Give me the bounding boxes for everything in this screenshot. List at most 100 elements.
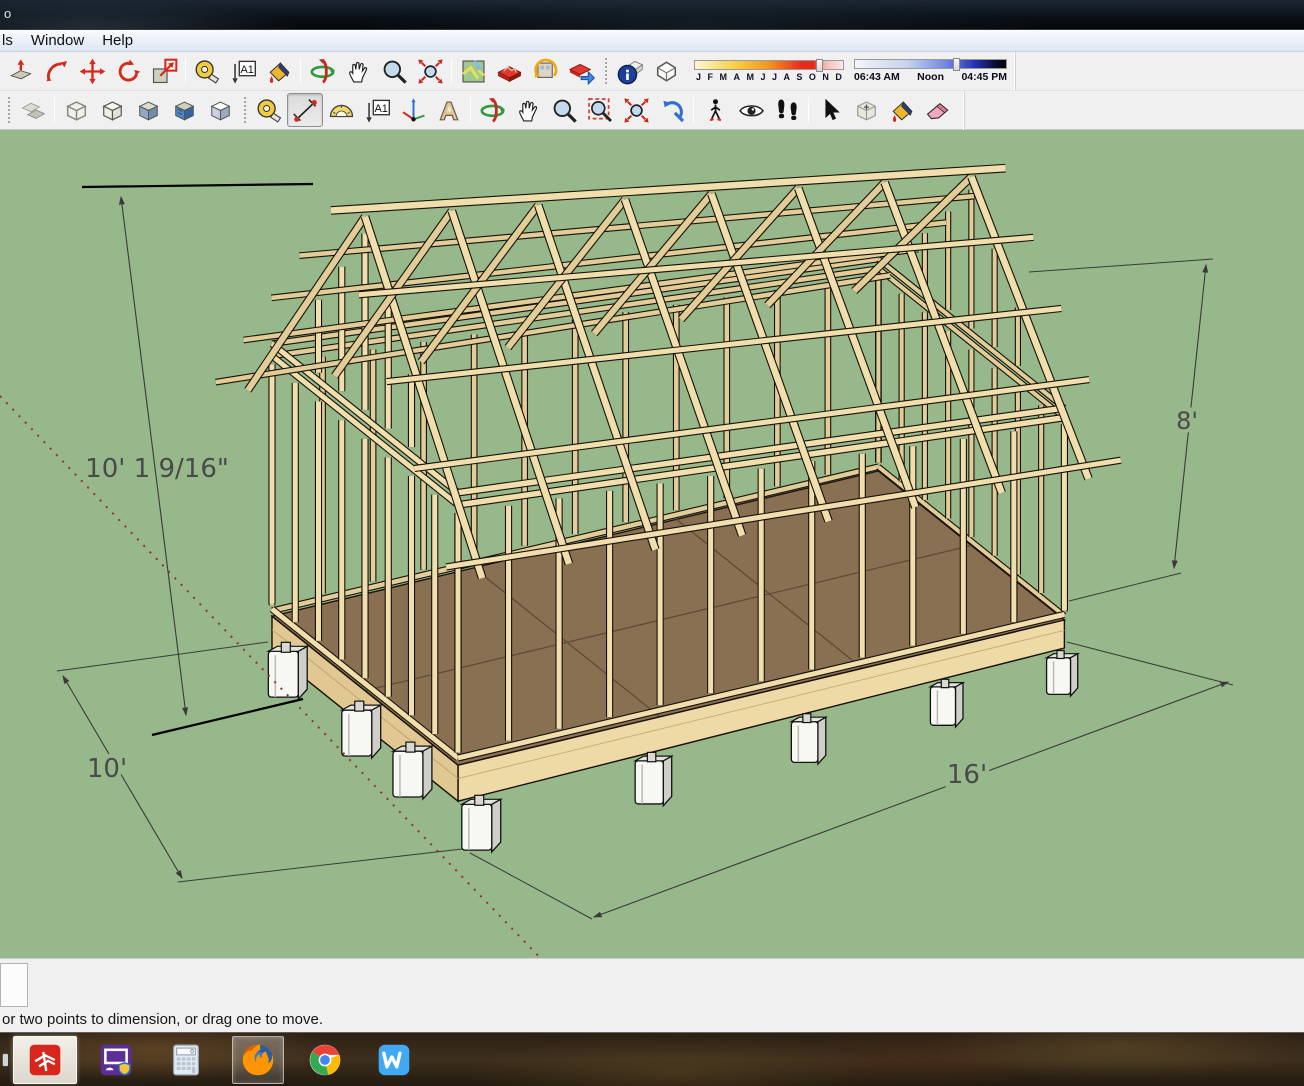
model-scene: 10' 1 9/16" 8' 10' 16' — [0, 163, 1234, 958]
dim-height-overall: 10' 1 9/16" — [85, 454, 229, 484]
month-label: O — [808, 72, 816, 82]
text-annotation-button[interactable]: A1 — [359, 93, 395, 127]
chrome-icon — [309, 1044, 341, 1076]
tape-measure-button[interactable] — [251, 93, 287, 127]
zoom-extents-button[interactable] — [412, 54, 448, 88]
make-component-icon — [856, 100, 876, 121]
svg-text:A1: A1 — [374, 102, 387, 114]
add-location-button[interactable] — [455, 54, 491, 88]
previous-view-button[interactable] — [654, 93, 690, 127]
status-bar: or two points to dimension, or drag one … — [0, 958, 1304, 1032]
shaded-button[interactable] — [130, 93, 166, 127]
month-label: M — [719, 72, 727, 82]
dimension-tool-button[interactable] — [287, 93, 323, 127]
hidden-line-button[interactable] — [94, 93, 130, 127]
taskbar-item-wps-writer[interactable] — [370, 1036, 418, 1084]
shadow-time-slider-handle[interactable] — [953, 58, 961, 71]
taskbar-item-chrome[interactable] — [305, 1036, 345, 1084]
3d-viewport[interactable]: 10' 1 9/16" 8' 10' 16' — [0, 130, 1304, 958]
taskbar-item-game-security[interactable] — [94, 1036, 138, 1084]
pan-button[interactable] — [510, 93, 546, 127]
protractor-button[interactable] — [323, 93, 359, 127]
photo-textures-icon — [533, 58, 557, 78]
calculator-icon: 0 — [173, 1044, 199, 1076]
shadow-box-button[interactable] — [648, 54, 684, 88]
shadow-time-slider-track[interactable] — [854, 58, 1007, 71]
push-pull-button[interactable] — [2, 54, 38, 88]
look-around-icon — [738, 104, 764, 116]
taskbar-item-edge-sliver[interactable] — [0, 1036, 8, 1084]
status-corner-box — [0, 963, 28, 1007]
follow-me-icon — [45, 60, 67, 81]
status-message: or two points to dimension, or drag one … — [2, 1011, 324, 1028]
month-label: A — [783, 72, 790, 82]
dimension-text-button[interactable]: A1 — [225, 54, 261, 88]
orbit-button[interactable] — [474, 93, 510, 127]
push-pull-icon — [9, 58, 32, 79]
month-label: J — [771, 72, 777, 82]
zoom-extents-icon — [417, 58, 443, 84]
paint-bucket-button[interactable] — [261, 54, 297, 88]
select-button[interactable] — [812, 93, 848, 127]
share-model-button[interactable] — [563, 54, 599, 88]
toolbar-grip[interactable] — [242, 96, 247, 124]
look-around-button[interactable] — [733, 93, 769, 127]
orbit-button[interactable] — [304, 54, 340, 88]
position-camera-icon — [709, 98, 721, 121]
month-label: M — [746, 72, 754, 82]
toolbar-grip[interactable] — [603, 57, 608, 85]
shadow-date-slider-track[interactable] — [694, 59, 844, 72]
toggle-terrain-icon — [496, 65, 522, 82]
paint-bucket-icon — [891, 100, 913, 122]
wireframe-button[interactable] — [58, 93, 94, 127]
zoom-button[interactable] — [546, 93, 582, 127]
zoom-window-button[interactable] — [582, 93, 618, 127]
move-button[interactable] — [74, 54, 110, 88]
window-title: o — [4, 6, 12, 21]
toolbar-separator — [451, 58, 452, 84]
shaded-textures-button[interactable] — [166, 93, 202, 127]
time-noon-label: Noon — [917, 71, 944, 83]
zoom-extents-icon — [623, 97, 649, 123]
follow-me-button[interactable] — [38, 54, 74, 88]
rotate-button[interactable] — [110, 54, 146, 88]
paint-bucket-button[interactable] — [884, 93, 920, 127]
shadow-time-slider: 06:43 AM Noon 04:45 PM — [854, 58, 1007, 83]
toolbar-separator — [54, 97, 55, 123]
shadow-date-slider-handle[interactable] — [816, 59, 824, 72]
dimension-text-icon: A1 — [231, 60, 256, 84]
time-start-label: 06:43 AM — [854, 71, 900, 83]
taskbar-item-firefox[interactable] — [232, 1036, 284, 1084]
menu-item-window[interactable]: Window — [22, 32, 93, 49]
position-camera-button[interactable] — [697, 93, 733, 127]
zoom-icon — [383, 60, 407, 84]
walk-button[interactable] — [769, 93, 805, 127]
zoom-extents-button[interactable] — [618, 93, 654, 127]
scale-button[interactable] — [146, 54, 182, 88]
3d-text-button[interactable] — [431, 93, 467, 127]
taskbar-item-calculator[interactable]: 0 — [165, 1036, 207, 1084]
wps-writer-icon — [378, 1044, 410, 1076]
taskbar-item-sketchup[interactable] — [13, 1036, 77, 1084]
menu-item-help[interactable]: Help — [93, 32, 142, 49]
toolbar-grip[interactable] — [6, 96, 11, 124]
monochrome-button[interactable] — [202, 93, 238, 127]
pan-button[interactable] — [340, 54, 376, 88]
toolbar-second: A1 — [0, 90, 1304, 130]
orbit-icon — [310, 58, 335, 83]
month-label: J — [696, 72, 702, 82]
model-info-button[interactable] — [612, 54, 648, 88]
axes-tool-button[interactable] — [395, 93, 431, 127]
taskbar: 0 — [0, 1032, 1304, 1086]
toolbar-top: A1 J F M A M J J A S O N D 06:43 AM Noon 04:45 PM — [0, 51, 1304, 91]
month-label: N — [822, 72, 829, 82]
toggle-terrain-button[interactable] — [491, 54, 527, 88]
paint-bucket-icon — [268, 61, 290, 83]
photo-textures-button[interactable] — [527, 54, 563, 88]
zoom-button[interactable] — [376, 54, 412, 88]
xray-button[interactable] — [15, 93, 51, 127]
tape-measure-button[interactable] — [189, 54, 225, 88]
menu-item-ls[interactable]: ls — [0, 32, 22, 49]
make-component-button[interactable] — [848, 93, 884, 127]
eraser-button[interactable] — [920, 93, 956, 127]
